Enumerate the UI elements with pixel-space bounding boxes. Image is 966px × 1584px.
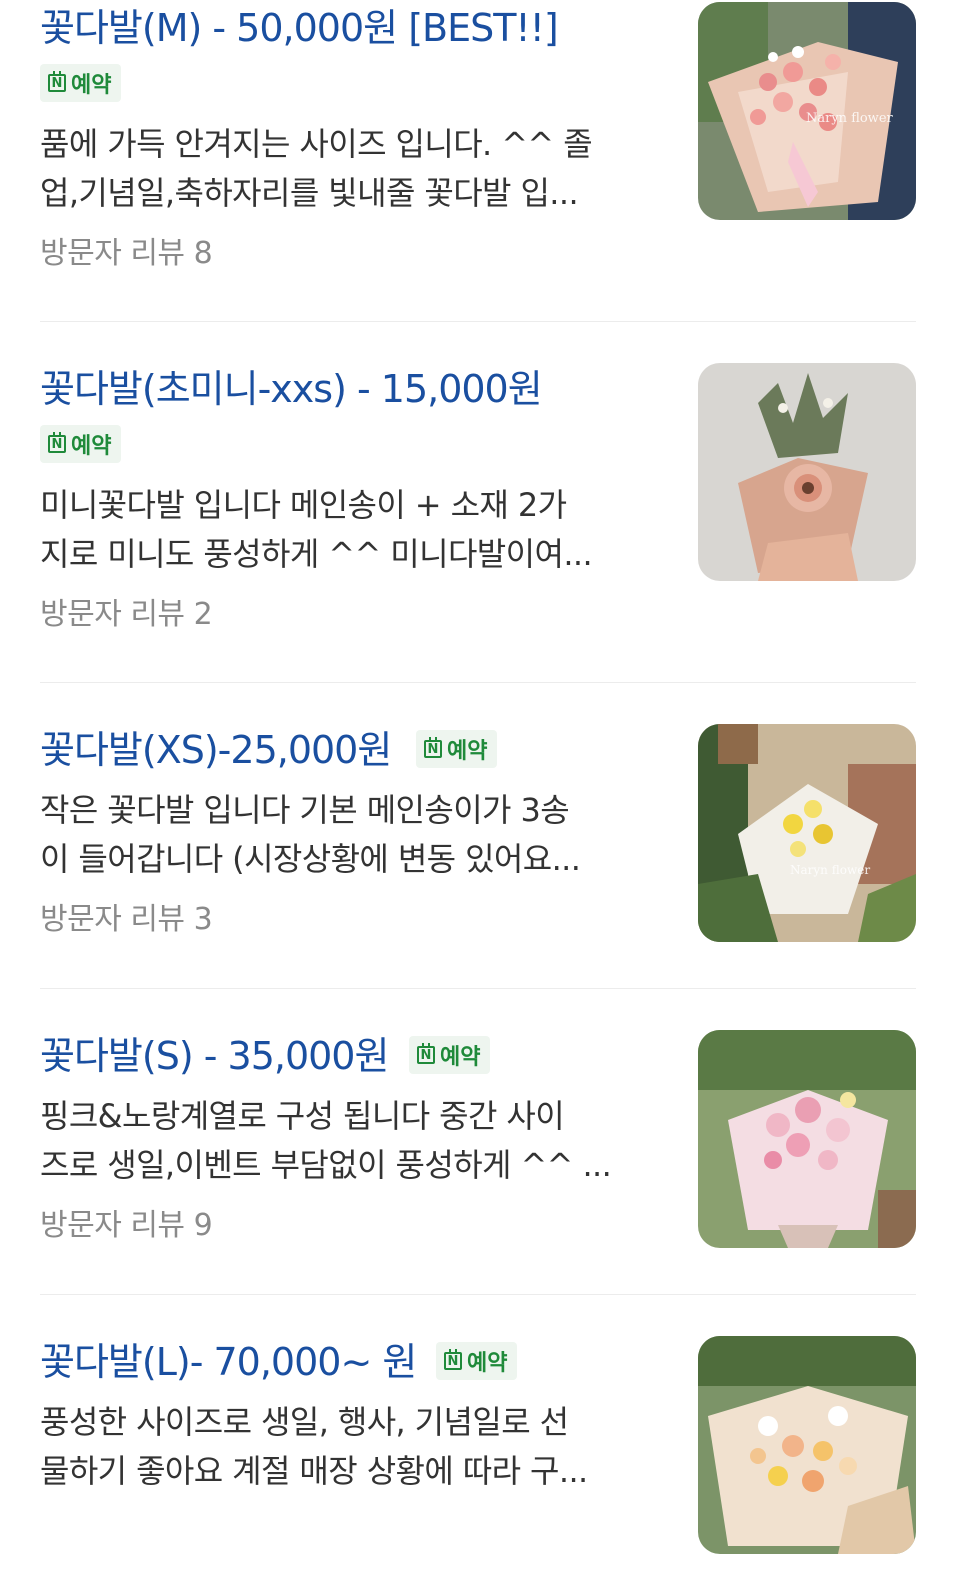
reservation-label: 예약 — [71, 434, 112, 459]
divider — [40, 1294, 916, 1295]
product-title[interactable]: 꽃다발(L)- 70,000~ 원 — [40, 1336, 417, 1388]
reservation-label: 예약 — [440, 1045, 481, 1070]
calendar-naver-icon: N — [48, 71, 66, 92]
calendar-naver-icon: N — [417, 1043, 435, 1064]
product-title[interactable]: 꽃다발(M) - 50,000원 [BEST!!] — [40, 2, 559, 54]
product-title[interactable]: 꽃다발(S) - 35,000원 — [40, 1030, 389, 1082]
product-thumbnail[interactable]: Naryn flower — [698, 2, 916, 220]
product-title[interactable]: 꽃다발(XS)-25,000원 — [40, 724, 392, 776]
flower-bouquet-image: Naryn flower — [698, 724, 916, 942]
product-description: 미니꽃다발 입니다 메인송이 + 소재 2가 지로 미니도 풍성하게 ^^ 미니… — [40, 486, 593, 573]
visitor-review-count[interactable]: 방문자 리뷰 8 — [40, 232, 213, 276]
flower-bouquet-image — [698, 1336, 916, 1554]
product-thumbnail[interactable] — [698, 1030, 916, 1248]
reservation-badge[interactable]: N 예약 — [409, 1036, 491, 1074]
divider — [40, 988, 916, 989]
calendar-naver-icon: N — [424, 737, 442, 758]
product-description: 핑크&노랑계열로 구성 됩니다 중간 사이 즈로 생일,이벤트 부담없이 풍성하… — [40, 1097, 612, 1184]
product-thumbnail[interactable] — [698, 1336, 916, 1554]
visitor-review-count[interactable]: 방문자 리뷰 2 — [40, 593, 213, 637]
reservation-badge[interactable]: N 예약 — [40, 425, 122, 463]
product-description: 풍성한 사이즈로 생일, 행사, 기념일로 선 물하기 좋아요 계절 매장 상황… — [40, 1403, 588, 1490]
reservation-badge[interactable]: N 예약 — [40, 64, 122, 102]
product-title[interactable]: 꽃다발(초미니-xxs) - 15,000원 — [40, 363, 543, 415]
divider — [40, 321, 916, 322]
watermark: Naryn flower — [790, 863, 870, 877]
product-description: 작은 꽃다발 입니다 기본 메인송이가 3송 이 들어갑니다 (시장상황에 변동… — [40, 791, 581, 878]
reservation-badge[interactable]: N 예약 — [416, 730, 498, 768]
product-thumbnail[interactable]: Naryn flower — [698, 724, 916, 942]
product-thumbnail[interactable] — [698, 363, 916, 581]
reservation-label: 예약 — [447, 739, 488, 764]
reservation-badge[interactable]: N 예약 — [436, 1342, 518, 1380]
visitor-review-count[interactable]: 방문자 리뷰 9 — [40, 1204, 213, 1248]
visitor-review-count[interactable]: 방문자 리뷰 3 — [40, 898, 213, 942]
divider — [40, 682, 916, 683]
flower-bouquet-image: Naryn flower — [698, 2, 916, 220]
calendar-naver-icon: N — [444, 1349, 462, 1370]
product-description: 품에 가득 안겨지는 사이즈 입니다. ^^ 졸 업,기념일,축하자리를 빛내줄… — [40, 125, 593, 212]
flower-bouquet-image — [698, 363, 916, 581]
watermark: Naryn flower — [806, 111, 894, 126]
reservation-label: 예약 — [467, 1351, 508, 1376]
reservation-label: 예약 — [71, 73, 112, 98]
flower-bouquet-image — [698, 1030, 916, 1248]
calendar-naver-icon: N — [48, 432, 66, 453]
